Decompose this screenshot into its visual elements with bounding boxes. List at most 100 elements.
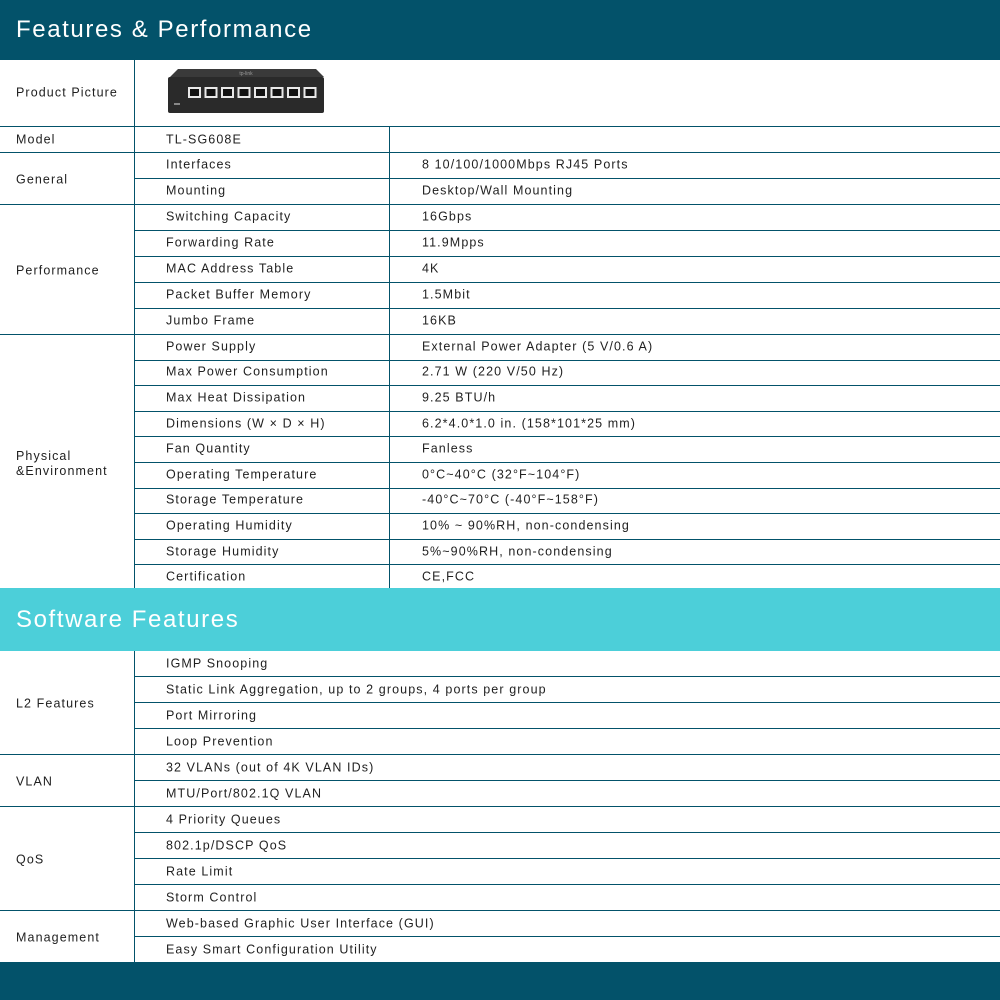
feature-label: Mounting bbox=[166, 183, 227, 198]
row-divider bbox=[0, 126, 1000, 127]
feature-label: Certification bbox=[166, 569, 247, 584]
row-divider bbox=[134, 858, 1000, 859]
software-feature: Static Link Aggregation, up to 2 groups,… bbox=[166, 682, 547, 697]
rj45-port-hole bbox=[206, 89, 216, 96]
section-title: Features & Performance bbox=[16, 16, 313, 43]
feature-label: Packet Buffer Memory bbox=[166, 287, 312, 302]
column-divider bbox=[134, 60, 135, 152]
row-divider bbox=[134, 256, 1000, 257]
feature-value: 0°C~40°C (32°F~104°F) bbox=[422, 467, 581, 482]
category-label: L2 Features bbox=[16, 696, 95, 711]
row-divider bbox=[0, 334, 1000, 335]
feature-value: CE,FCC bbox=[422, 569, 476, 584]
row-divider bbox=[134, 462, 1000, 463]
row-divider bbox=[134, 308, 1000, 309]
row-divider bbox=[134, 728, 1000, 729]
column-divider bbox=[134, 651, 135, 962]
brand-logo: tp-link bbox=[239, 71, 253, 77]
feature-value: 9.25 BTU/h bbox=[422, 390, 497, 405]
rj45-port-hole bbox=[223, 89, 232, 96]
software-feature: MTU/Port/802.1Q VLAN bbox=[166, 786, 323, 801]
row-divider bbox=[134, 676, 1000, 677]
category-label: Management bbox=[16, 930, 100, 945]
row-divider bbox=[134, 513, 1000, 514]
led-indicator bbox=[174, 103, 180, 105]
rj45-port-hole bbox=[272, 89, 282, 96]
feature-value: Fanless bbox=[422, 441, 474, 456]
software-feature: Storm Control bbox=[166, 890, 258, 905]
row-divider bbox=[0, 152, 1000, 153]
row-divider bbox=[134, 411, 1000, 412]
feature-label: MAC Address Table bbox=[166, 261, 295, 276]
software-feature: IGMP Snooping bbox=[166, 656, 269, 671]
row-divider bbox=[0, 806, 1000, 807]
switch-product-image: tp-link bbox=[168, 69, 324, 113]
footer-bar bbox=[0, 962, 1000, 1000]
section-title: Software Features bbox=[16, 605, 240, 633]
feature-value: 10% ~ 90%RH, non-condensing bbox=[422, 518, 630, 533]
feature-label: Max Heat Dissipation bbox=[166, 390, 307, 405]
feature-label: Dimensions (W × D × H) bbox=[166, 416, 326, 431]
rj45-port-hole bbox=[289, 89, 298, 96]
row-divider bbox=[134, 436, 1000, 437]
feature-label: Jumbo Frame bbox=[166, 313, 256, 328]
feature-label: Power Supply bbox=[166, 339, 257, 354]
row-divider bbox=[134, 884, 1000, 885]
row-divider bbox=[134, 936, 1000, 937]
software-feature: Port Mirroring bbox=[166, 708, 258, 723]
feature-value: 4K bbox=[422, 261, 440, 276]
feature-label: Max Power Consumption bbox=[166, 364, 329, 379]
software-features-header: Software Features bbox=[0, 588, 1000, 651]
feature-value: 1.5Mbit bbox=[422, 287, 471, 302]
feature-value: 16KB bbox=[422, 313, 457, 328]
row-divider bbox=[0, 910, 1000, 911]
row-divider bbox=[134, 564, 1000, 565]
row-divider bbox=[134, 178, 1000, 179]
row-divider bbox=[134, 488, 1000, 489]
feature-label: Interfaces bbox=[166, 157, 232, 172]
category-label: Performance bbox=[16, 263, 100, 278]
row-divider bbox=[134, 385, 1000, 386]
features-performance-header: Features & Performance bbox=[0, 0, 1000, 60]
feature-value: 5%~90%RH, non-condensing bbox=[422, 544, 613, 559]
software-feature: 32 VLANs (out of 4K VLAN IDs) bbox=[166, 760, 375, 775]
product-picture-label: Product Picture bbox=[16, 85, 118, 100]
software-feature: Web-based Graphic User Interface (GUI) bbox=[166, 916, 435, 931]
feature-value: 8 10/100/1000Mbps RJ45 Ports bbox=[422, 157, 629, 172]
row-divider bbox=[0, 204, 1000, 205]
row-divider bbox=[134, 832, 1000, 833]
feature-label: Switching Capacity bbox=[166, 209, 292, 224]
column-divider bbox=[389, 126, 390, 152]
software-feature: Rate Limit bbox=[166, 864, 234, 879]
row-divider bbox=[134, 360, 1000, 361]
feature-value: 16Gbps bbox=[422, 209, 473, 224]
feature-label: Fan Quantity bbox=[166, 441, 251, 456]
feature-value: 11.9Mpps bbox=[422, 235, 485, 250]
category-label: Physical &Environment bbox=[16, 449, 108, 478]
feature-value: 6.2*4.0*1.0 in. (158*101*25 mm) bbox=[422, 416, 637, 431]
rj45-port-hole bbox=[305, 89, 315, 96]
rj45-port-hole bbox=[239, 89, 249, 96]
feature-value: Desktop/Wall Mounting bbox=[422, 183, 574, 198]
row-divider bbox=[134, 702, 1000, 703]
column-divider bbox=[389, 152, 390, 588]
feature-value: External Power Adapter (5 V/0.6 A) bbox=[422, 339, 654, 354]
software-feature: 4 Priority Queues bbox=[166, 812, 282, 827]
feature-label: Operating Temperature bbox=[166, 467, 318, 482]
row-divider bbox=[134, 282, 1000, 283]
rj45-port-hole bbox=[256, 89, 265, 96]
feature-label: Storage Humidity bbox=[166, 544, 280, 559]
model-value: TL-SG608E bbox=[166, 132, 242, 147]
software-feature: 802.1p/DSCP QoS bbox=[166, 838, 288, 853]
feature-label: Operating Humidity bbox=[166, 518, 293, 533]
feature-label: Storage Temperature bbox=[166, 492, 305, 507]
category-label: General bbox=[16, 172, 69, 187]
feature-value: 2.71 W (220 V/50 Hz) bbox=[422, 364, 565, 379]
software-feature: Loop Prevention bbox=[166, 734, 274, 749]
model-label: Model bbox=[16, 132, 56, 147]
row-divider bbox=[0, 754, 1000, 755]
category-label: VLAN bbox=[16, 774, 54, 789]
category-label: QoS bbox=[16, 852, 45, 867]
row-divider bbox=[134, 780, 1000, 781]
row-divider bbox=[134, 230, 1000, 231]
